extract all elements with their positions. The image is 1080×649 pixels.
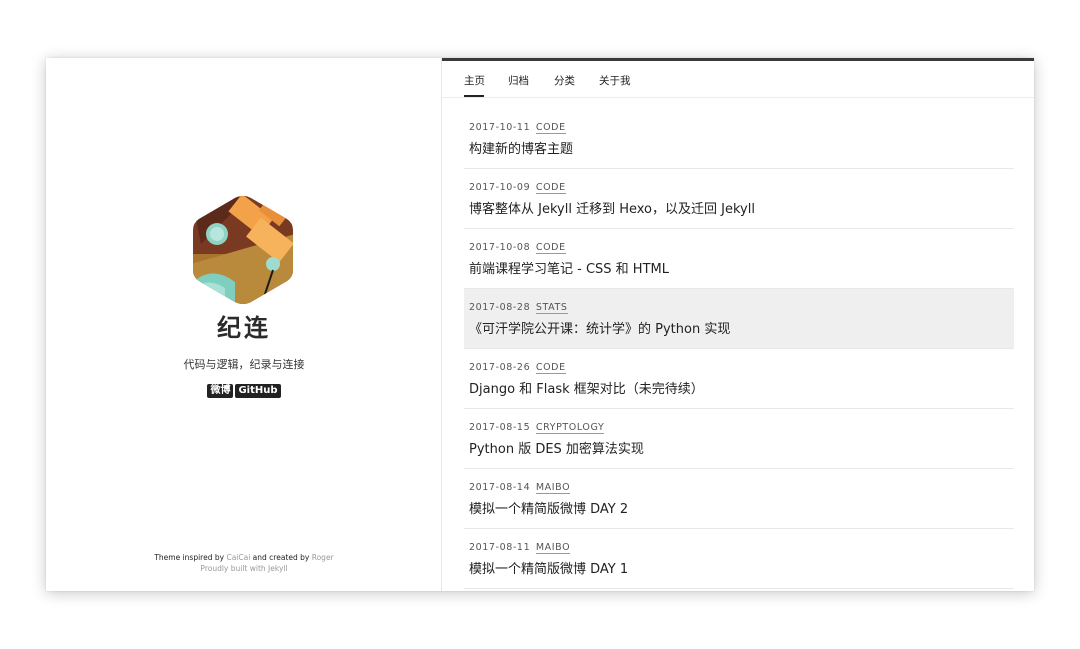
post-category-link[interactable]: CODE — [535, 362, 566, 374]
post-date: 2017-08-28 — [469, 302, 531, 313]
main-content: 主页 归档 分类 关于我 2017-10-11 CODE 构建新的博客主题 20… — [442, 58, 1034, 591]
nav-active-indicator — [464, 95, 484, 97]
post-category-link[interactable]: CODE — [535, 242, 566, 254]
post-meta: 2017-10-08 CODE — [469, 242, 566, 254]
sidebar-footer: Theme inspired by CaiCai and created by … — [46, 552, 442, 574]
post-list: 2017-10-11 CODE 构建新的博客主题 2017-10-09 CODE… — [464, 109, 1014, 589]
post-item[interactable]: 2017-08-14 MAIBO 模拟一个精简版微博 DAY 2 — [464, 469, 1014, 529]
post-meta: 2017-08-14 MAIBO — [469, 482, 571, 494]
post-item[interactable]: 2017-08-26 CODE Django 和 Flask 框架对比（未完待续… — [464, 349, 1014, 409]
post-date: 2017-10-08 — [469, 242, 531, 253]
post-category-link[interactable]: CODE — [535, 122, 566, 134]
post-meta: 2017-08-28 STATS — [469, 302, 568, 314]
social-links: 微博 GitHub — [46, 384, 442, 398]
post-title[interactable]: 前端课程学习笔记 - CSS 和 HTML — [469, 258, 669, 277]
post-date: 2017-10-09 — [469, 182, 531, 193]
post-category-link[interactable]: MAIBO — [535, 482, 571, 494]
post-item[interactable]: 2017-08-15 CRYPTOLOGY Python 版 DES 加密算法实… — [464, 409, 1014, 469]
post-title[interactable]: 模拟一个精简版微博 DAY 1 — [469, 558, 628, 577]
post-date: 2017-08-11 — [469, 542, 531, 553]
sidebar: 纪连 代码与逻辑，纪录与连接 微博 GitHub Theme inspired … — [46, 58, 442, 591]
post-category-link[interactable]: STATS — [535, 302, 568, 314]
post-category-link[interactable]: CRYPTOLOGY — [535, 422, 605, 434]
site-description: 代码与逻辑，纪录与连接 — [183, 358, 305, 371]
post-title[interactable]: 构建新的博客主题 — [469, 138, 573, 157]
nav-item-about[interactable]: 关于我 — [599, 73, 631, 88]
footer-credit-middle: and created by — [250, 553, 312, 562]
post-date: 2017-08-15 — [469, 422, 531, 433]
post-date: 2017-10-11 — [469, 122, 531, 133]
browser-page: 纪连 代码与逻辑，纪录与连接 微博 GitHub Theme inspired … — [46, 58, 1034, 591]
post-date: 2017-08-26 — [469, 362, 531, 373]
post-title[interactable]: 模拟一个精简版微博 DAY 2 — [469, 498, 628, 517]
nav-item-categories[interactable]: 分类 — [554, 73, 575, 88]
post-date: 2017-08-14 — [469, 482, 531, 493]
post-item[interactable]: 2017-10-08 CODE 前端课程学习笔记 - CSS 和 HTML — [464, 229, 1014, 289]
post-meta: 2017-08-11 MAIBO — [469, 542, 571, 554]
site-title[interactable]: 纪连 — [46, 308, 442, 343]
post-title[interactable]: Python 版 DES 加密算法实现 — [469, 438, 644, 457]
footer-inspired-link[interactable]: CaiCai — [226, 553, 250, 562]
top-nav: 主页 归档 分类 关于我 — [442, 61, 1034, 98]
post-meta: 2017-08-15 CRYPTOLOGY — [469, 422, 605, 434]
post-meta: 2017-10-09 CODE — [469, 182, 566, 194]
github-link[interactable]: GitHub — [235, 384, 281, 398]
post-meta: 2017-10-11 CODE — [469, 122, 566, 134]
post-item[interactable]: 2017-10-09 CODE 博客整体从 Jekyll 迁移到 Hexo，以及… — [464, 169, 1014, 229]
footer-creator-link[interactable]: Roger — [312, 553, 334, 562]
nav-item-archive[interactable]: 归档 — [508, 73, 529, 88]
footer-credit-line: Theme inspired by CaiCai and created by … — [46, 552, 442, 563]
post-title[interactable]: Django 和 Flask 框架对比（未完待续） — [469, 378, 704, 397]
footer-built-with: Proudly built with Jekyll — [200, 564, 288, 573]
post-item[interactable]: 2017-08-11 MAIBO 模拟一个精简版微博 DAY 1 — [464, 529, 1014, 589]
post-category-link[interactable]: MAIBO — [535, 542, 571, 554]
nav-item-home[interactable]: 主页 — [464, 73, 485, 88]
weibo-link[interactable]: 微博 — [207, 384, 234, 398]
post-category-link[interactable]: CODE — [535, 182, 566, 194]
footer-credit-prefix: Theme inspired by — [154, 553, 227, 562]
post-meta: 2017-08-26 CODE — [469, 362, 566, 374]
post-item[interactable]: 2017-10-11 CODE 构建新的博客主题 — [464, 109, 1014, 169]
post-title[interactable]: 《可汗学院公开课：统计学》的 Python 实现 — [469, 318, 730, 337]
post-title[interactable]: 博客整体从 Jekyll 迁移到 Hexo，以及迁回 Jekyll — [469, 198, 755, 217]
avatar[interactable] — [191, 194, 295, 306]
post-item-hovered[interactable]: 2017-08-28 STATS 《可汗学院公开课：统计学》的 Python 实… — [464, 289, 1014, 349]
